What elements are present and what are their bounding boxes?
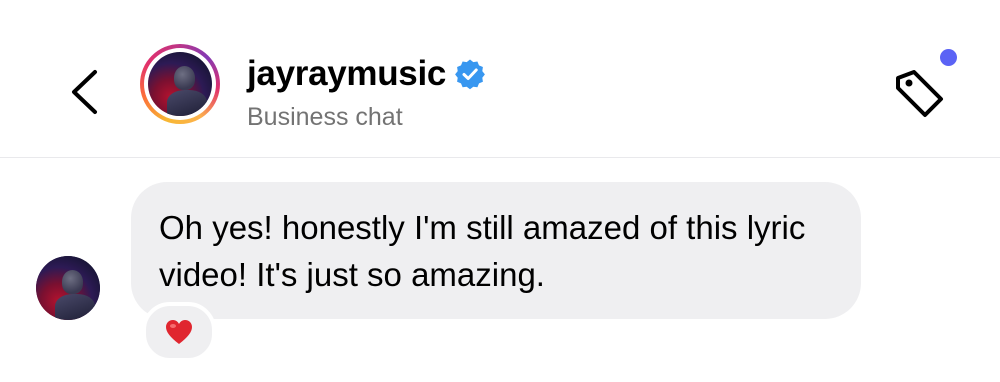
message-bubble[interactable]: Oh yes! honestly I'm still amazed of thi…: [131, 182, 861, 319]
verified-badge-icon: [455, 59, 485, 90]
tag-icon: [896, 70, 943, 117]
heart-icon: [166, 320, 192, 344]
chevron-left-icon: [72, 70, 97, 114]
username: jayraymusic: [247, 54, 447, 93]
avatar-image: [148, 52, 212, 116]
notification-dot: [940, 49, 957, 66]
avatar-image: [36, 256, 100, 320]
chat-header: jayraymusic Business chat: [0, 0, 1000, 158]
sender-avatar[interactable]: [36, 256, 100, 320]
reaction-badge[interactable]: [142, 302, 216, 362]
message-text: Oh yes! honestly I'm still amazed of thi…: [159, 209, 806, 293]
back-button[interactable]: [62, 62, 110, 118]
chat-subtitle: Business chat: [247, 103, 403, 131]
username-row[interactable]: jayraymusic: [247, 53, 486, 95]
profile-avatar[interactable]: [140, 44, 220, 124]
label-button[interactable]: [888, 62, 952, 122]
